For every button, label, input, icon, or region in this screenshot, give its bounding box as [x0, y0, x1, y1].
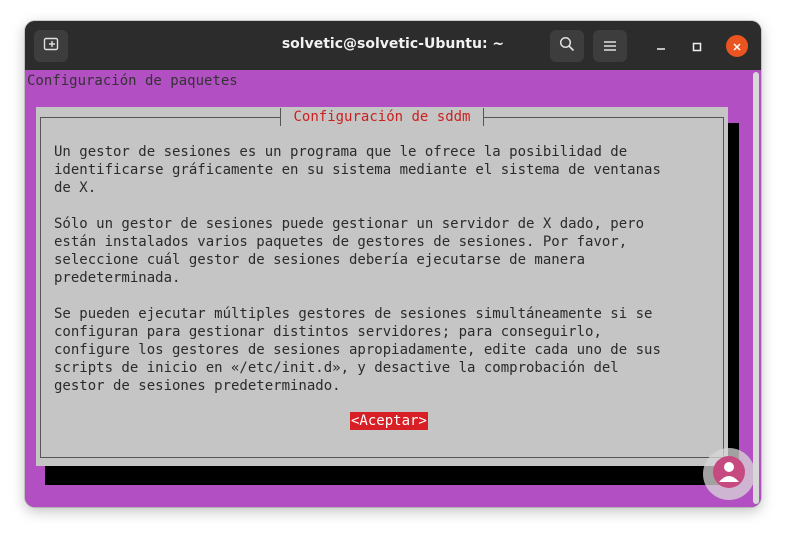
search-button[interactable] — [550, 30, 584, 62]
watermark-logo — [703, 448, 755, 500]
dialog-title-wrap: Configuración de sddm — [36, 108, 728, 126]
dialog-title: Configuración de sddm — [280, 108, 484, 126]
watermark-icon — [711, 454, 747, 494]
terminal-window: solvetic@solvetic-Ubuntu: ~ Configuració… — [25, 21, 761, 507]
hamburger-menu-icon — [603, 37, 617, 56]
terminal-header-text: Configuración de paquetes — [27, 73, 238, 89]
menu-button[interactable] — [593, 30, 627, 62]
dialog-body-text: Un gestor de sesiones es un programa que… — [54, 144, 661, 394]
minimize-icon — [656, 37, 666, 56]
debconf-dialog: Configuración de sddm Un gestor de sesio… — [36, 107, 728, 466]
terminal-area[interactable]: Configuración de paquetes Configuración … — [25, 70, 761, 507]
minimize-button[interactable] — [649, 34, 673, 58]
maximize-icon — [692, 37, 702, 56]
close-button[interactable] — [726, 35, 748, 57]
title-bar: solvetic@solvetic-Ubuntu: ~ — [25, 21, 761, 70]
close-icon — [732, 37, 742, 56]
accept-button[interactable]: <Aceptar> — [350, 412, 428, 430]
maximize-button[interactable] — [685, 34, 709, 58]
search-icon — [559, 36, 575, 56]
scrollbar[interactable] — [753, 72, 759, 504]
